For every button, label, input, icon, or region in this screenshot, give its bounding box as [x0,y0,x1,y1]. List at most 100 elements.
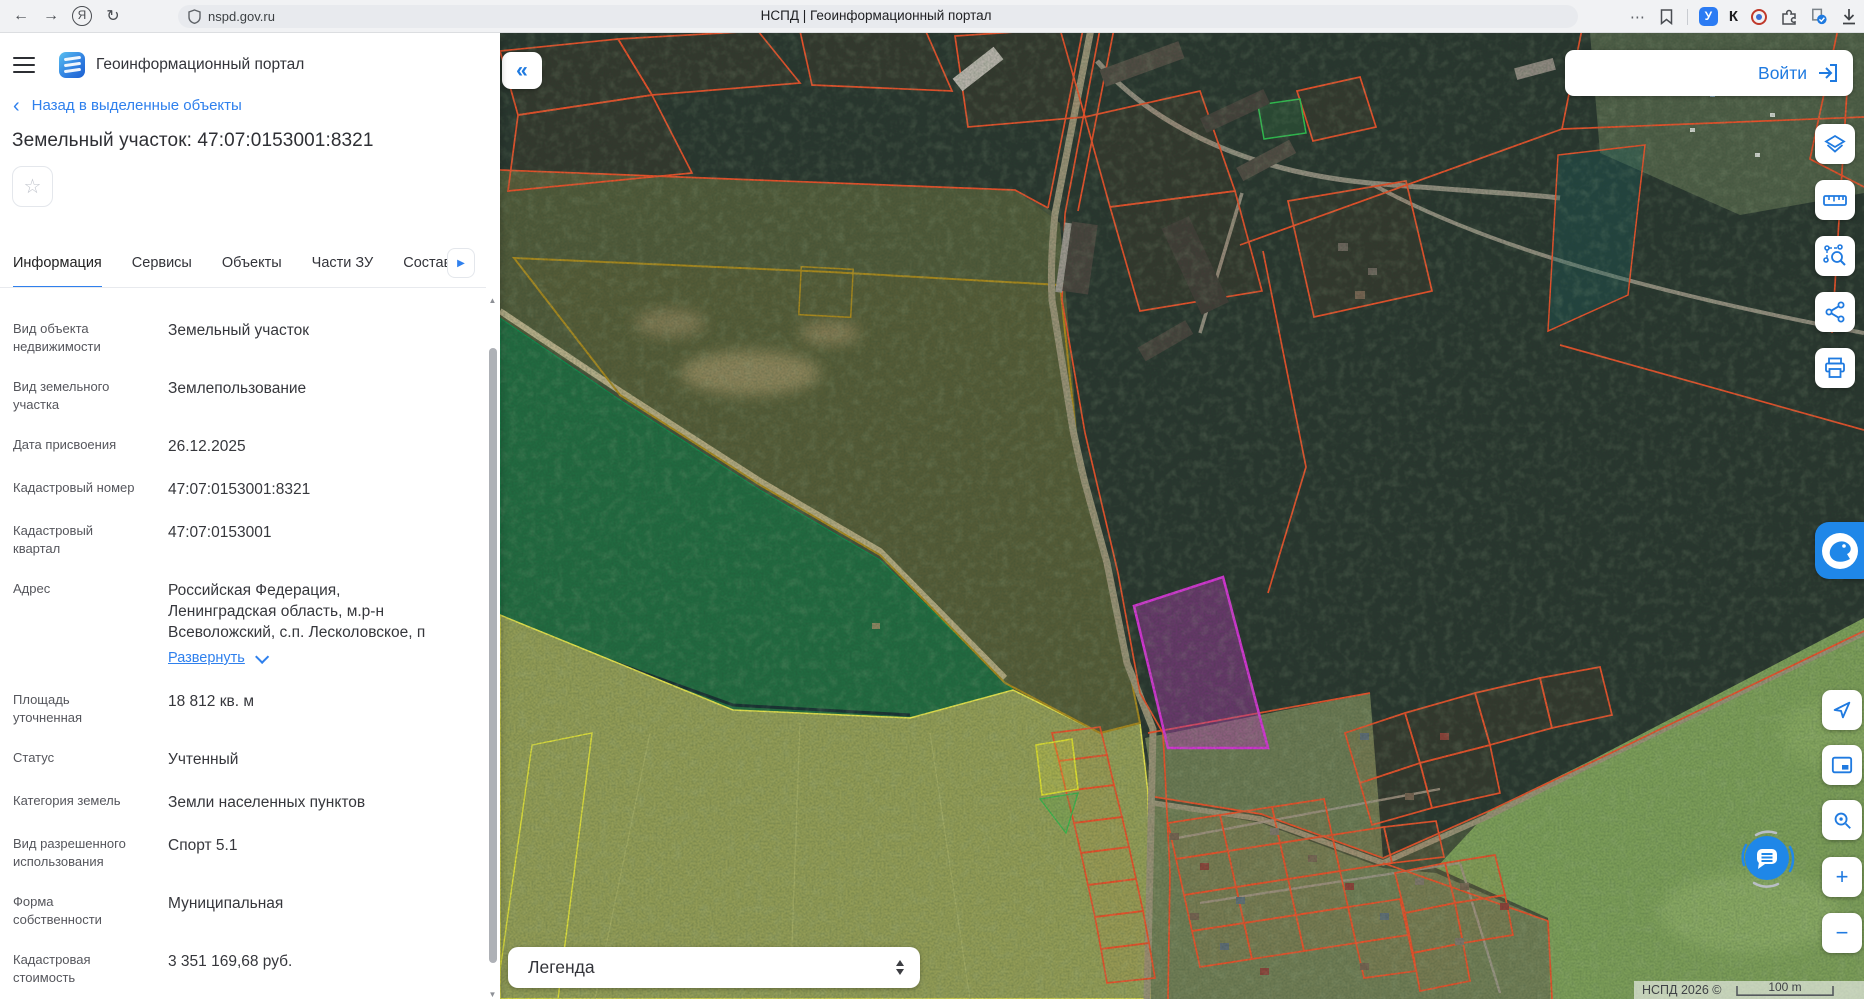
browser-forward-icon[interactable]: → [36,7,66,25]
favorite-star-button[interactable]: ☆ [12,166,53,207]
legend-label: Легенда [528,957,896,978]
shield-check-extension-icon[interactable] [1809,7,1828,26]
zoom-in-button[interactable]: + [1822,857,1862,897]
field-label: Вид земельного участка [13,378,141,414]
yandex-extension-icon[interactable]: У [1699,7,1718,26]
layers-icon [1823,132,1847,156]
share-button[interactable] [1815,292,1855,332]
expand-collapse-icon [896,960,904,975]
field-row-address: Адрес Российская Федерация, Ленинградска… [13,580,471,669]
back-link-label: Назад в выделенные объекты [32,97,242,114]
url-text: nspd.gov.ru [208,9,275,24]
ruler-icon [1822,189,1848,211]
field-label: Кадастровый номер [13,479,141,500]
field-label: Площадь уточненная [13,691,141,727]
tab-services[interactable]: Сервисы [132,255,192,288]
download-icon[interactable] [1839,7,1858,26]
info-panel: Геоинформационный портал ‹ Назад в выдел… [0,33,500,999]
browser-profile-icon[interactable]: Я [72,6,92,26]
puzzle-extension-icon[interactable] [1779,7,1798,26]
target-extension-icon[interactable] [1749,7,1768,26]
bookmark-icon[interactable] [1657,7,1676,26]
play-icon: ▶ [457,258,465,269]
field-value: 47:07:0153001 [168,522,453,558]
share-icon [1823,300,1847,324]
attribution-text: НСПД 2026 © [1642,983,1721,998]
field-label: Категория земель [13,792,141,813]
field-value: 26.12.2025 [168,436,453,457]
search-on-map-button[interactable] [1822,800,1862,840]
layers-button[interactable] [1815,124,1855,164]
locate-me-button[interactable] [1822,690,1862,730]
attributes-list: Вид объекта недвижимостиЗемельный участо… [13,320,471,999]
measure-button[interactable] [1815,180,1855,220]
map-attribution: НСПД 2026 © 100 m [1634,981,1864,999]
app-title: Геоинформационный портал [96,56,304,74]
field-label: Кадастровый квартал [13,522,141,558]
page-title: Земельный участок: 47:07:0153001:8321 [12,130,374,152]
plus-icon: + [1836,864,1849,890]
field-row: Категория земель Земли населенных пунктов [13,792,471,813]
overview-map-button[interactable] [1822,745,1862,785]
field-label: Форма собственности [13,893,141,929]
tab-objects[interactable]: Объекты [222,255,282,288]
login-button[interactable]: Войти [1565,50,1853,96]
browser-more-icon[interactable]: ⋯ [1630,8,1646,26]
field-row: Кадастровый номер47:07:0153001:8321 [13,479,471,500]
login-label: Войти [1758,63,1807,84]
tab-parcel-parts[interactable]: Части ЗУ [312,255,374,288]
zoom-out-button[interactable]: − [1822,913,1862,953]
login-icon [1817,63,1839,83]
field-value: Российская Федерация, Ленинградская обла… [168,582,425,641]
field-row: Вид разрешенного использования Спорт 5.1 [13,835,471,871]
scroll-down-icon[interactable]: ▼ [486,990,499,999]
app-header: Геоинформационный портал [0,45,500,85]
scale-label: 100 m [1769,980,1802,994]
tab-composition[interactable]: Состав [403,255,451,288]
field-value: 18 812 кв. м [168,691,453,727]
field-label: Статус [13,749,141,770]
mascot-icon [1820,531,1860,571]
k-extension-icon[interactable]: К [1729,8,1738,25]
print-icon [1823,356,1847,380]
navigate-arrow-icon [1831,699,1853,721]
field-label: Адрес [13,580,141,669]
collapse-panel-button[interactable]: « [502,52,542,89]
legend-toggle[interactable]: Легенда [508,947,920,988]
spatial-search-button[interactable] [1815,236,1855,276]
tab-information[interactable]: Информация [13,255,102,288]
sidebar-scrollbar[interactable]: ▲ ▼ [486,296,499,999]
menu-icon[interactable] [13,57,35,73]
toolbar-separator [1687,9,1688,25]
nspd-logo-icon [59,52,85,78]
site-security-shield-icon [188,9,201,24]
tab-bar: Информация Сервисы Объекты Части ЗУ Сост… [13,255,487,288]
field-value: Земли населенных пунктов [168,792,453,813]
browser-reload-icon[interactable]: ↻ [98,6,128,26]
field-value: Спорт 5.1 [168,835,453,871]
back-to-selected-link[interactable]: ‹ Назад в выделенные объекты [13,97,242,114]
print-button[interactable] [1815,348,1855,388]
expand-address-link[interactable]: Развернуть [168,648,245,669]
browser-tab-title: НСПД | Геоинформационный портал [761,8,992,23]
area-search-icon [1822,243,1848,269]
map-viewport[interactable]: « Войти [500,33,1864,999]
field-row: Дата присвоения26.12.2025 [13,436,471,457]
scroll-up-icon[interactable]: ▲ [486,296,499,305]
satellite-imagery [500,33,1864,999]
field-row: СтатусУчтенный [13,749,471,770]
browser-toolbar: ← → Я ↻ nspd.gov.ru НСПД | Геоинформацио… [0,0,1864,33]
chat-support-button[interactable] [1732,823,1802,893]
chat-bubble-icon [1732,823,1802,893]
field-value: 3 351 169,68 руб. [168,951,453,987]
field-value: Муниципальная [168,893,453,929]
tabs-scroll-right-button[interactable]: ▶ [447,248,475,278]
scrollbar-thumb[interactable] [489,348,497,963]
map-search-icon [1831,809,1853,831]
assistant-tab[interactable] [1815,522,1864,579]
browser-back-icon[interactable]: ← [6,7,36,25]
field-value: Земельный участок [168,320,453,356]
tabs-divider [0,287,486,288]
field-label: Вид разрешенного использования [13,835,141,871]
field-row: Форма собственности Муниципальная [13,893,471,929]
